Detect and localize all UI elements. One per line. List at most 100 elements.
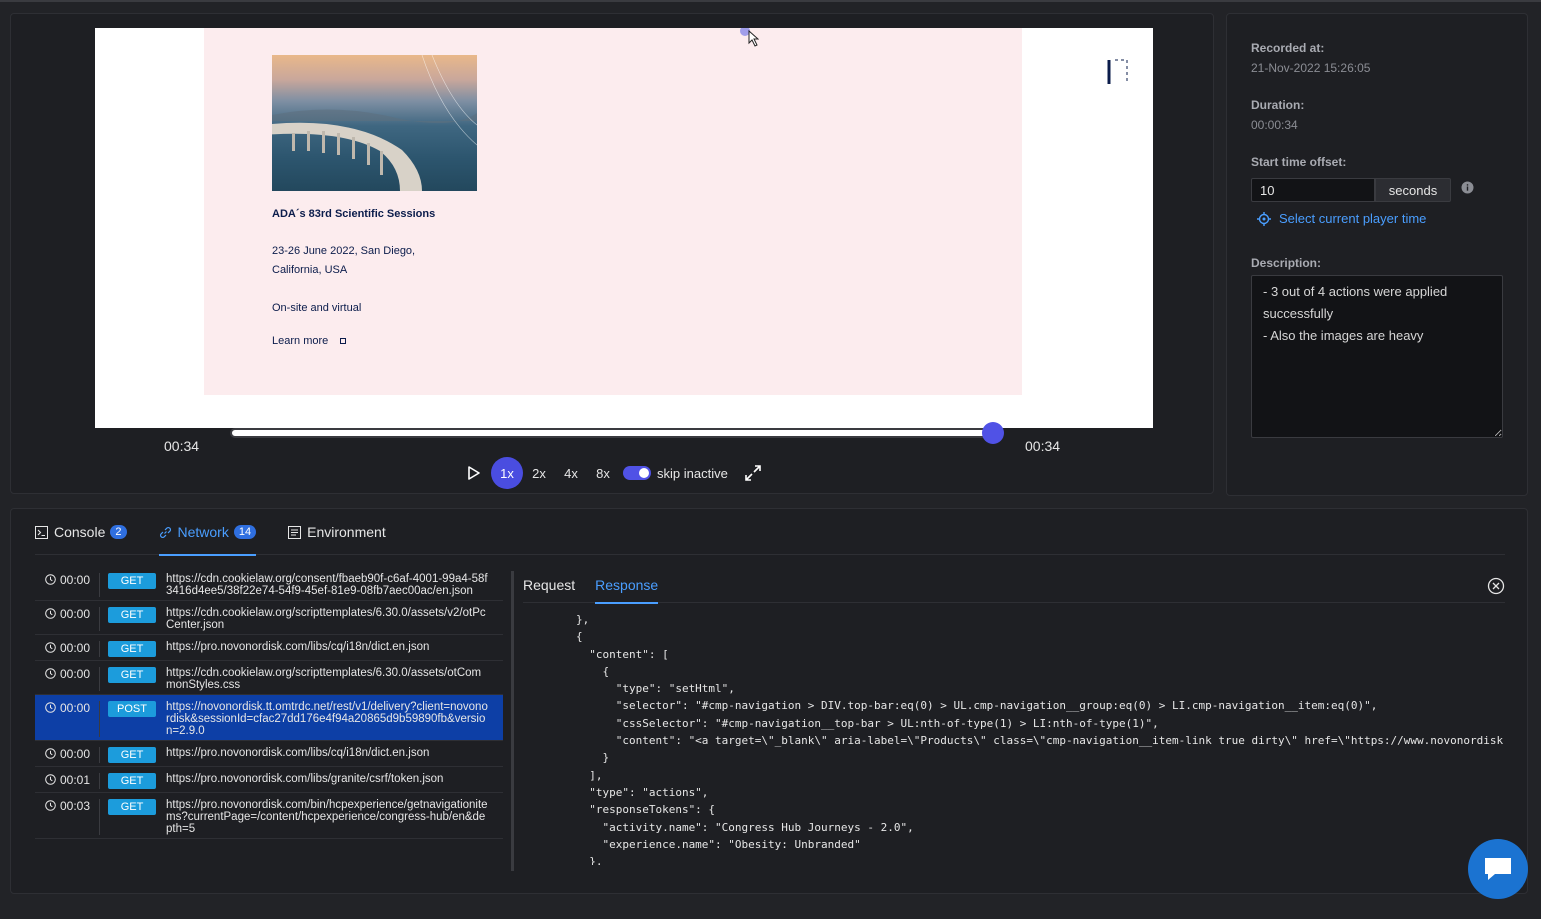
tab-network[interactable]: Network 14 bbox=[158, 509, 257, 556]
external-link-icon bbox=[340, 338, 347, 345]
request-url: https://cdn.cookielaw.org/scripttemplate… bbox=[166, 667, 482, 691]
request-time: 00:00 bbox=[35, 573, 100, 597]
learn-more-label: Learn more bbox=[272, 335, 329, 347]
tab-console[interactable]: Console 2 bbox=[35, 509, 127, 555]
speed-2x-button[interactable]: 2x bbox=[523, 457, 555, 489]
method-badge: GET bbox=[108, 667, 156, 683]
network-row[interactable]: 00:00 POST https://novonordisk.tt.omtrdc.n… bbox=[35, 695, 503, 741]
request-time-label: 00:00 bbox=[60, 747, 91, 761]
clock-icon bbox=[45, 642, 56, 653]
event-card-area: ADA´s 83rd Scientific Sessions 23-26 Jun… bbox=[204, 28, 1022, 395]
progress-handle[interactable] bbox=[982, 422, 1004, 444]
method-badge: GET bbox=[108, 641, 156, 657]
code-line: "cssSelector": "#cmp-navigation__top-bar… bbox=[523, 716, 1159, 730]
start-offset-unit: seconds bbox=[1375, 178, 1451, 202]
tab-network-label: Network bbox=[177, 524, 229, 540]
tab-response[interactable]: Response bbox=[595, 567, 659, 604]
chat-button[interactable] bbox=[1468, 839, 1528, 899]
clock-icon bbox=[45, 702, 56, 713]
request-time-label: 00:00 bbox=[60, 667, 91, 681]
code-line: "type": "actions", bbox=[523, 785, 709, 799]
code-line: ], bbox=[523, 768, 603, 782]
duration-label: Duration: bbox=[1251, 98, 1305, 112]
network-row[interactable]: 00:01 GET https://pro.novonordisk.com/libs… bbox=[35, 767, 503, 793]
recorded-at-label: Recorded at: bbox=[1251, 41, 1325, 55]
tab-environment[interactable]: Environment bbox=[288, 509, 386, 555]
session-replay-viewport[interactable]: ADA´s 83rd Scientific Sessions 23-26 Jun… bbox=[95, 28, 1153, 428]
session-info-panel: Recorded at: 21-Nov-2022 15:26:05 Durati… bbox=[1226, 13, 1528, 496]
speed-4x-button[interactable]: 4x bbox=[555, 457, 587, 489]
network-row[interactable]: 00:00 GET https://cdn.cookielaw.org/consen… bbox=[35, 567, 503, 601]
network-row[interactable]: 00:00 GET https://pro.novonordisk.com/libs… bbox=[35, 741, 503, 767]
request-time-label: 00:00 bbox=[60, 573, 91, 587]
skip-inactive-toggle[interactable] bbox=[623, 466, 651, 480]
event-date-line1: 23-26 June 2022, San Diego, bbox=[272, 245, 416, 257]
code-line: { bbox=[523, 630, 583, 644]
request-time-label: 00:01 bbox=[60, 773, 91, 787]
info-icon[interactable] bbox=[1461, 181, 1474, 194]
request-url: https://pro.novonordisk.com/bin/hcpexper… bbox=[166, 799, 488, 835]
request-url: https://cdn.cookielaw.org/scripttemplate… bbox=[166, 607, 486, 631]
clock-icon bbox=[45, 774, 56, 785]
clock-icon bbox=[45, 668, 56, 679]
start-offset-input[interactable] bbox=[1251, 178, 1375, 202]
request-time-label: 00:03 bbox=[60, 799, 91, 813]
learn-more-link[interactable]: Learn more bbox=[272, 335, 347, 347]
code-line: } bbox=[523, 751, 610, 765]
console-count-badge: 2 bbox=[110, 525, 127, 539]
terminal-icon bbox=[35, 525, 48, 539]
request-time: 00:00 bbox=[35, 607, 100, 631]
method-badge: POST bbox=[108, 701, 156, 717]
network-request-list: 00:00 GET https://cdn.cookielaw.org/consen… bbox=[35, 567, 503, 870]
request-time-label: 00:00 bbox=[60, 701, 91, 715]
network-row[interactable]: 00:03 GET https://pro.novonordisk.com/bin/… bbox=[35, 793, 503, 839]
request-time-label: 00:00 bbox=[60, 607, 91, 621]
progress-fill bbox=[233, 431, 991, 435]
code-line: "activity.name": "Congress Hub Journeys … bbox=[523, 820, 914, 834]
fullscreen-icon[interactable] bbox=[744, 464, 762, 482]
recorded-at-value: 21-Nov-2022 15:26:05 bbox=[1251, 61, 1371, 75]
request-url: https://novonordisk.tt.omtrdc.net/rest/v… bbox=[166, 701, 488, 737]
request-url: https://cdn.cookielaw.org/consent/fbaeb9… bbox=[166, 573, 488, 597]
clock-icon bbox=[45, 748, 56, 759]
code-line: "content": "<a target=\"_blank\" aria-la… bbox=[523, 734, 1505, 748]
tab-request[interactable]: Request bbox=[523, 567, 575, 603]
devtools-tabs: Console 2 Network 14 Environment bbox=[35, 509, 1505, 556]
description-textarea[interactable] bbox=[1251, 275, 1503, 438]
code-line: "selector": "#cmp-navigation > DIV.top-b… bbox=[523, 699, 1378, 713]
event-date-line2: California, USA bbox=[272, 264, 348, 276]
request-time: 00:00 bbox=[35, 701, 100, 737]
code-line: "content": [ bbox=[523, 647, 669, 661]
network-row[interactable]: 00:00 GET https://pro.novonordisk.com/libs… bbox=[35, 635, 503, 661]
method-badge: GET bbox=[108, 573, 156, 589]
clock-icon bbox=[45, 574, 56, 585]
network-row[interactable]: 00:00 GET https://cdn.cookielaw.org/script… bbox=[35, 661, 503, 695]
method-badge: GET bbox=[108, 799, 156, 815]
request-detail: Request Response }, { "content": [ { "ty… bbox=[523, 567, 1505, 870]
request-url: https://pro.novonordisk.com/libs/cq/i18n… bbox=[166, 747, 430, 759]
method-badge: GET bbox=[108, 747, 156, 763]
resize-divider[interactable] bbox=[511, 571, 514, 871]
tab-environment-label: Environment bbox=[307, 524, 386, 540]
play-icon bbox=[468, 466, 480, 480]
request-time: 00:03 bbox=[35, 799, 100, 835]
speed-8x-button[interactable]: 8x bbox=[587, 457, 619, 489]
play-button[interactable] bbox=[463, 462, 485, 484]
speed-1x-button[interactable]: 1x bbox=[491, 457, 523, 489]
code-line: { bbox=[523, 664, 610, 678]
skip-inactive-label: skip inactive bbox=[657, 465, 728, 481]
close-icon[interactable] bbox=[1487, 577, 1505, 595]
network-row[interactable]: 00:00 GET https://cdn.cookielaw.org/script… bbox=[35, 601, 503, 635]
response-body[interactable]: }, { "content": [ { "type": "setHtml", "… bbox=[523, 611, 1505, 865]
total-time: 00:34 bbox=[1025, 438, 1061, 454]
target-icon bbox=[1257, 211, 1271, 226]
request-url: https://pro.novonordisk.com/libs/cq/i18n… bbox=[166, 641, 430, 653]
code-line: "type": "setHtml", bbox=[523, 682, 735, 696]
code-line: }, bbox=[523, 855, 603, 865]
progress-bar[interactable] bbox=[230, 428, 994, 438]
select-current-time-button[interactable]: Select current player time bbox=[1257, 211, 1426, 226]
player-panel: ADA´s 83rd Scientific Sessions 23-26 Jun… bbox=[10, 13, 1214, 494]
event-format: On-site and virtual bbox=[272, 302, 362, 314]
event-image bbox=[272, 55, 477, 191]
network-count-badge: 14 bbox=[233, 525, 257, 539]
